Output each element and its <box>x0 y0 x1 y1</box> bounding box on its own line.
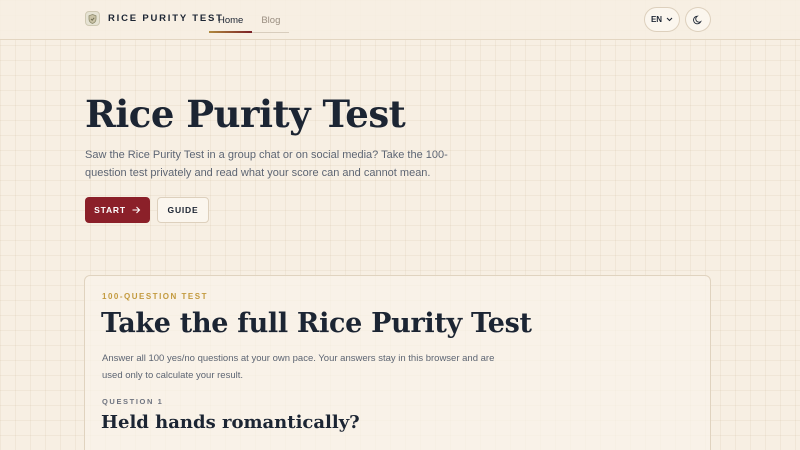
nav-home[interactable]: Home <box>209 0 253 40</box>
start-button[interactable]: START <box>85 197 150 223</box>
question-number: QUESTION 1 <box>102 397 164 406</box>
chevron-down-icon <box>666 17 673 22</box>
start-button-label: START <box>94 205 126 215</box>
question-text: Held hands romantically? <box>101 412 360 433</box>
test-card: 100-QUESTION TEST Take the full Rice Pur… <box>84 275 711 450</box>
brand[interactable]: RICE PURITY TEST <box>85 11 224 26</box>
nav-blog[interactable]: Blog <box>252 0 290 40</box>
top-bar: RICE PURITY TEST Home Blog EN <box>0 0 800 40</box>
shield-icon <box>85 11 100 26</box>
language-label: EN <box>650 15 663 24</box>
hero-description: Saw the Rice Purity Test in a group chat… <box>85 149 448 179</box>
brand-name: RICE PURITY TEST <box>108 13 224 24</box>
page-title: Rice Purity Test <box>85 92 406 136</box>
language-selector[interactable]: EN <box>644 7 680 32</box>
main-nav: Home Blog <box>209 0 290 40</box>
arrow-right-icon <box>132 206 141 214</box>
card-title: Take the full Rice Purity Test <box>101 308 532 339</box>
guide-button-label: GUIDE <box>167 205 199 215</box>
guide-button[interactable]: GUIDE <box>157 197 209 223</box>
theme-toggle-button[interactable] <box>685 7 711 32</box>
card-eyebrow: 100-QUESTION TEST <box>102 292 208 301</box>
card-description: Answer all 100 yes/no questions at your … <box>102 353 495 381</box>
moon-icon <box>693 15 702 24</box>
